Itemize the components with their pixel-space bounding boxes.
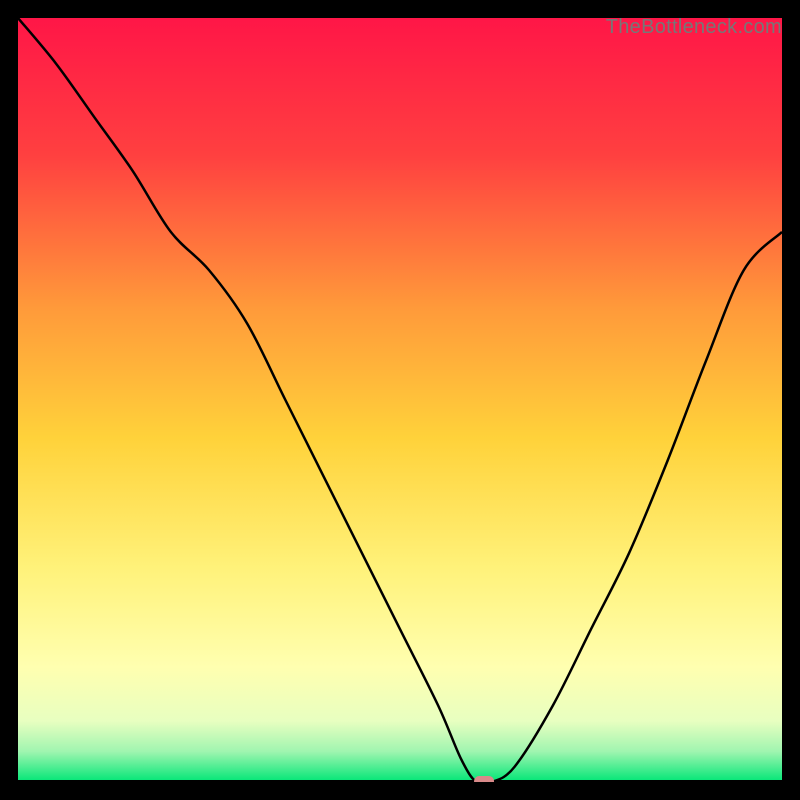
optimal-marker: [474, 776, 494, 782]
chart-container: TheBottleneck.com: [18, 18, 782, 782]
gradient-background: [18, 18, 782, 782]
watermark-text: TheBottleneck.com: [606, 16, 782, 39]
bottleneck-chart: [18, 18, 782, 782]
